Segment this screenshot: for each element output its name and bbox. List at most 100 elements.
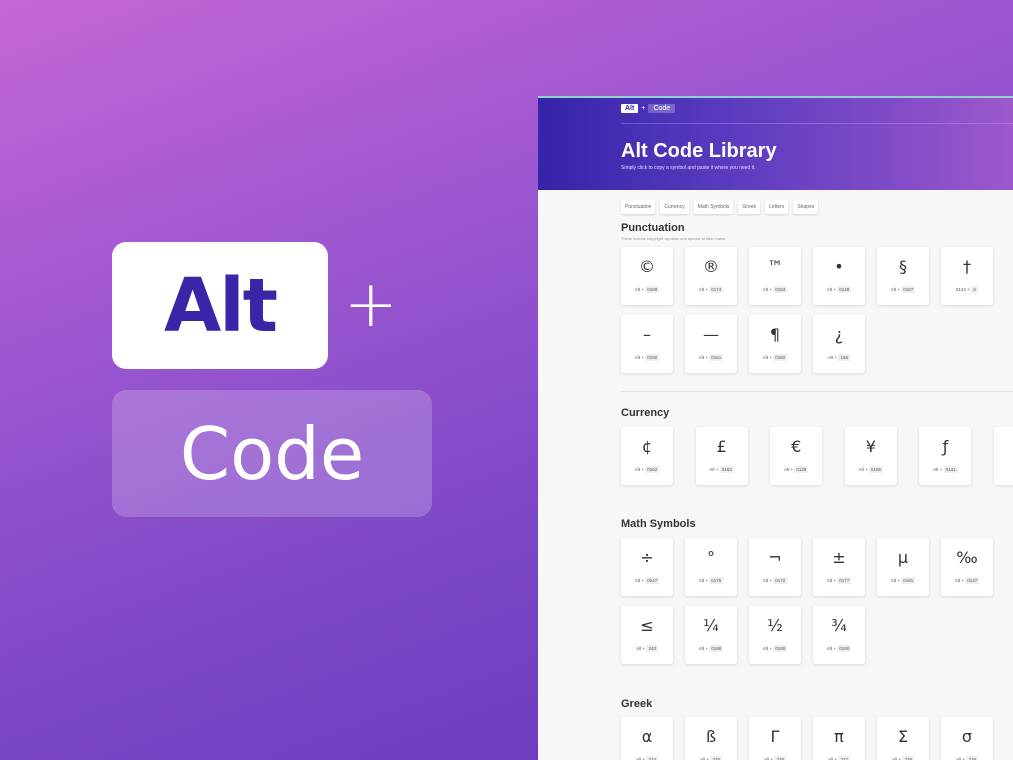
symbol-card[interactable]: ß Alt + 225: [685, 717, 737, 760]
alt-code-number: 0172: [773, 577, 788, 584]
symbol-card[interactable]: Σ Alt + 228: [877, 717, 929, 760]
symbol-glyph: ƒ: [942, 437, 949, 456]
symbol-card[interactable]: Alt +: [994, 427, 1013, 485]
alt-code-label: Alt + 0190: [826, 645, 852, 652]
alt-code-label: Alt + 0176: [698, 577, 724, 584]
tab-shapes[interactable]: Shapes: [793, 200, 819, 214]
symbol-card[interactable]: ƒ Alt + 0131: [919, 427, 972, 485]
alt-code-number: 0176: [709, 577, 724, 584]
alt-code-number: 0174: [709, 286, 724, 293]
alt-code-label: Alt + 0189: [762, 645, 788, 652]
alt-key-label: Alt: [698, 646, 705, 651]
symbol-card[interactable]: † 0134 + X: [941, 247, 993, 305]
logo[interactable]: Alt + Code: [621, 104, 676, 113]
alt-code-label: 0134 + X: [955, 286, 979, 293]
alt-code-label: Alt + 0165: [858, 466, 883, 473]
alt-key-label: Alt: [858, 467, 864, 472]
symbol-glyph: ‰: [956, 548, 978, 567]
symbol-card[interactable]: • Alt + 0149: [813, 247, 865, 305]
alt-key-label: Alt: [762, 578, 769, 583]
alt-code-label: Alt + 0163: [709, 466, 734, 473]
alt-key-label: Alt: [826, 578, 833, 583]
symbol-card[interactable]: σ Alt + 229: [941, 717, 993, 760]
section-title-greek: Greek: [621, 698, 653, 710]
tab-letters[interactable]: Letters: [765, 200, 789, 214]
symbol-card[interactable]: ≤ Alt + 243: [621, 606, 673, 664]
symbol-glyph: ¾: [831, 616, 847, 635]
symbol-card[interactable]: £ Alt + 0163: [695, 427, 748, 485]
category-tabs: Punctuation Currency Math Symbols Greek …: [621, 200, 819, 214]
page-title: Alt Code Library: [621, 140, 777, 162]
alt-key-label: Alt: [634, 287, 641, 292]
symbol-card[interactable]: § Alt + 0167: [877, 247, 929, 305]
code-key-graphic: Code: [112, 390, 432, 517]
alt-code-label: Alt + 0162: [634, 466, 660, 473]
tab-math-symbols[interactable]: Math Symbols: [693, 200, 734, 214]
logo-code: Code: [648, 104, 676, 113]
alt-key-label: Alt: [634, 355, 641, 360]
symbol-card[interactable]: µ Alt + 0181: [877, 538, 929, 596]
alt-code-number: 0150: [645, 354, 660, 361]
alt-code-label: Alt + 0188: [698, 645, 724, 652]
symbol-card[interactable]: Γ Alt + 226: [749, 717, 801, 760]
tab-punctuation[interactable]: Punctuation: [621, 200, 656, 214]
alt-code-number: 0165: [868, 466, 883, 473]
symbol-card[interactable]: ¼ Alt + 0188: [685, 606, 737, 664]
alt-key-label: Alt: [826, 287, 833, 292]
alt-code-label: Alt + 0177: [826, 577, 852, 584]
alt-code-number: 0162: [645, 466, 660, 473]
alt-key-label: Alt: [634, 467, 641, 472]
symbol-glyph: –: [643, 325, 651, 344]
symbol-glyph: ½: [767, 616, 783, 635]
symbol-card[interactable]: ° Alt + 0176: [685, 538, 737, 596]
symbol-card[interactable]: ¬ Alt + 0172: [749, 538, 801, 596]
alt-key-label: Alt: [826, 646, 833, 651]
logo-plus: +: [641, 105, 646, 112]
symbol-card[interactable]: ® Alt + 0174: [685, 247, 737, 305]
symbol-card[interactable]: π Alt + 227: [813, 717, 865, 760]
symbol-glyph: ÷: [640, 548, 654, 567]
symbol-card[interactable]: ¢ Alt + 0162: [621, 427, 673, 485]
alt-key-label: Alt: [698, 287, 705, 292]
alt-key-label: Alt: [890, 287, 897, 292]
alt-code-number: 0188: [709, 645, 724, 652]
symbol-card[interactable]: ‰ Alt + 0137: [941, 538, 993, 596]
alt-key-label: Alt: [828, 355, 834, 360]
tab-currency[interactable]: Currency: [660, 200, 689, 214]
alt-code-label: Alt + 0174: [698, 286, 724, 293]
section-title-currency: Currency: [621, 407, 670, 419]
symbol-card[interactable]: ± Alt + 0177: [813, 538, 865, 596]
symbol-card[interactable]: © Alt + 0169: [621, 247, 673, 305]
symbol-card[interactable]: € Alt + 0128: [770, 427, 823, 485]
symbol-card[interactable]: – Alt + 0150: [621, 315, 673, 373]
alt-code-label: Alt +: [994, 467, 1013, 472]
alt-code-number: 0137: [965, 577, 980, 584]
alt-key-label: Alt: [933, 467, 939, 472]
symbol-card[interactable]: ¾ Alt + 0190: [813, 606, 865, 664]
symbol-card[interactable]: ¥ Alt + 0165: [844, 427, 897, 485]
alt-code-number: 0182: [773, 354, 788, 361]
app-screenshot: Alt + Code Alt Code Library Simply click…: [538, 96, 1013, 760]
symbol-card[interactable]: ™ Alt + 0153: [749, 247, 801, 305]
symbol-card[interactable]: ÷ Alt + 0247: [621, 538, 673, 596]
symbol-card[interactable]: ¶ Alt + 0182: [749, 315, 801, 373]
symbol-card[interactable]: ¿ Alt + 168: [813, 315, 865, 373]
tab-greek[interactable]: Greek: [738, 200, 761, 214]
alt-key-label: Alt: [762, 287, 769, 292]
alt-code-label: Alt + 0172: [762, 577, 788, 584]
alt-code-number: 0163: [719, 466, 734, 473]
alt-key-label: Alt: [890, 578, 897, 583]
symbol-glyph: €: [791, 437, 802, 456]
alt-code-number: 0169: [645, 286, 660, 293]
alt-code-label: Alt + 0137: [954, 577, 980, 584]
alt-code-number: 227: [838, 756, 850, 760]
symbol-card[interactable]: α Alt + 224: [621, 717, 673, 760]
alt-code-number: 228: [902, 756, 914, 760]
symbol-glyph: ¬: [768, 548, 782, 567]
alt-code-number: 229: [966, 756, 978, 760]
symbol-glyph: ≤: [640, 616, 654, 635]
symbol-glyph: ±: [832, 548, 846, 567]
symbol-card[interactable]: — Alt + 0151: [685, 315, 737, 373]
symbol-card[interactable]: ½ Alt + 0189: [749, 606, 801, 664]
symbol-glyph: ¢: [641, 437, 653, 456]
